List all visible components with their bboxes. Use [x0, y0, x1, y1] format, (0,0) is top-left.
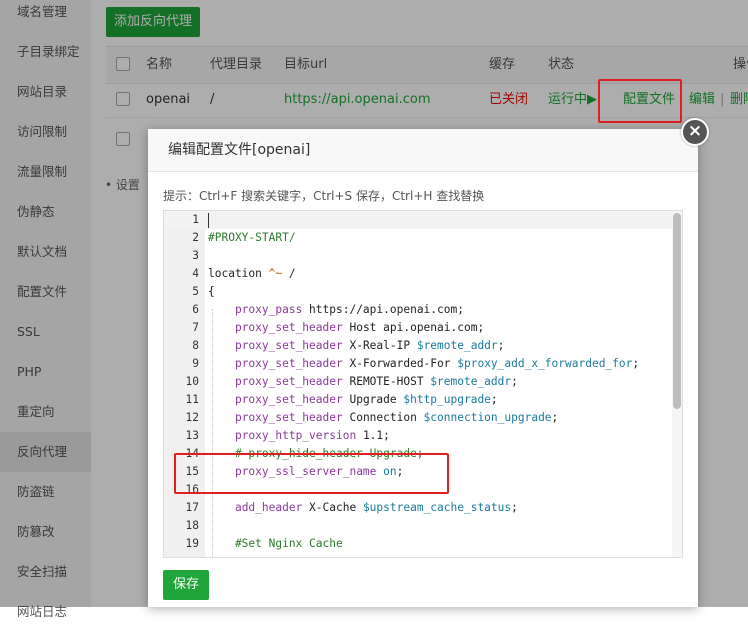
line-number: 7	[192, 321, 199, 334]
editor-scrollbar[interactable]	[672, 211, 682, 557]
line-code: proxy_http_version 1.1;	[234, 429, 390, 442]
line-code: proxy_set_header Host api.openai.com;	[234, 321, 485, 334]
line-code: proxy_set_header Connection $connection_…	[234, 411, 559, 424]
line-number: 19	[185, 537, 199, 550]
code-line[interactable]: 8 proxy_set_header X-Real-IP $remote_add…	[164, 337, 674, 355]
code-line[interactable]: 6 proxy_pass https://api.openai.com;	[164, 301, 674, 319]
highlight-config-link	[598, 79, 682, 123]
code-line[interactable]: 5{	[164, 283, 674, 301]
highlight-ssl-server-name	[174, 453, 449, 494]
code-line[interactable]: 12 proxy_set_header Connection $connecti…	[164, 409, 674, 427]
text-cursor	[208, 213, 209, 228]
line-code: proxy_pass https://api.openai.com;	[234, 303, 464, 316]
line-code: location ^~ /	[208, 267, 296, 280]
scroll-thumb[interactable]	[673, 213, 681, 409]
line-number: 6	[192, 303, 199, 316]
code-line[interactable]: 18	[164, 517, 674, 535]
code-line[interactable]: 3	[164, 247, 674, 265]
line-number: 12	[185, 411, 199, 424]
line-code: proxy_set_header X-Forwarded-For $proxy_…	[234, 357, 640, 370]
code-line[interactable]: 4 location ^~ /	[164, 265, 674, 283]
line-code: #PROXY-START/	[208, 231, 296, 244]
line-code: {	[208, 285, 215, 298]
code-line[interactable]: 9 proxy_set_header X-Forwarded-For $prox…	[164, 355, 674, 373]
line-number: 2	[192, 231, 199, 244]
line-number: 11	[185, 393, 199, 406]
code-line[interactable]: 19 #Set Nginx Cache	[164, 535, 674, 553]
code-line[interactable]: 1	[164, 211, 674, 229]
code-line[interactable]: 17 add_header X-Cache $upstream_cache_st…	[164, 499, 674, 517]
save-button[interactable]: 保存	[163, 570, 209, 600]
close-icon[interactable]: ×	[681, 118, 709, 146]
line-number: 1	[192, 213, 199, 226]
line-code: proxy_set_header Upgrade $http_upgrade;	[234, 393, 498, 406]
line-number: 17	[185, 501, 199, 514]
code-line[interactable]: 7 proxy_set_header Host api.openai.com;	[164, 319, 674, 337]
dialog-title: 编辑配置文件[openai]	[148, 129, 698, 172]
line-code: add_header X-Cache $upstream_cache_statu…	[234, 501, 518, 514]
code-editor[interactable]: 1 2 #PROXY-START/3 4 location ^~ /5{6 proxy_…	[163, 210, 683, 558]
editor-hint: 提示：Ctrl+F 搜索关键字，Ctrl+S 保存，Ctrl+H 查找替换	[163, 189, 485, 203]
line-number: 13	[185, 429, 199, 442]
line-number: 10	[185, 375, 199, 388]
line-number: 8	[192, 339, 199, 352]
edit-config-dialog: 编辑配置文件[openai] 提示：Ctrl+F 搜索关键字，Ctrl+S 保存…	[148, 129, 698, 607]
code-line[interactable]: 2 #PROXY-START/	[164, 229, 674, 247]
line-number: 5	[192, 285, 199, 298]
code-line[interactable]: 11 proxy_set_header Upgrade $http_upgrad…	[164, 391, 674, 409]
line-number: 18	[185, 519, 199, 532]
line-number: 9	[192, 357, 199, 370]
line-code: proxy_set_header REMOTE-HOST $remote_add…	[234, 375, 518, 388]
code-line[interactable]: 10 proxy_set_header REMOTE-HOST $remote_…	[164, 373, 674, 391]
line-code: proxy_set_header X-Real-IP $remote_addr;	[234, 339, 505, 352]
line-number: 4	[192, 267, 199, 280]
line-number: 3	[192, 249, 199, 262]
code-line[interactable]: 13 proxy_http_version 1.1;	[164, 427, 674, 445]
line-code: #Set Nginx Cache	[208, 537, 343, 550]
